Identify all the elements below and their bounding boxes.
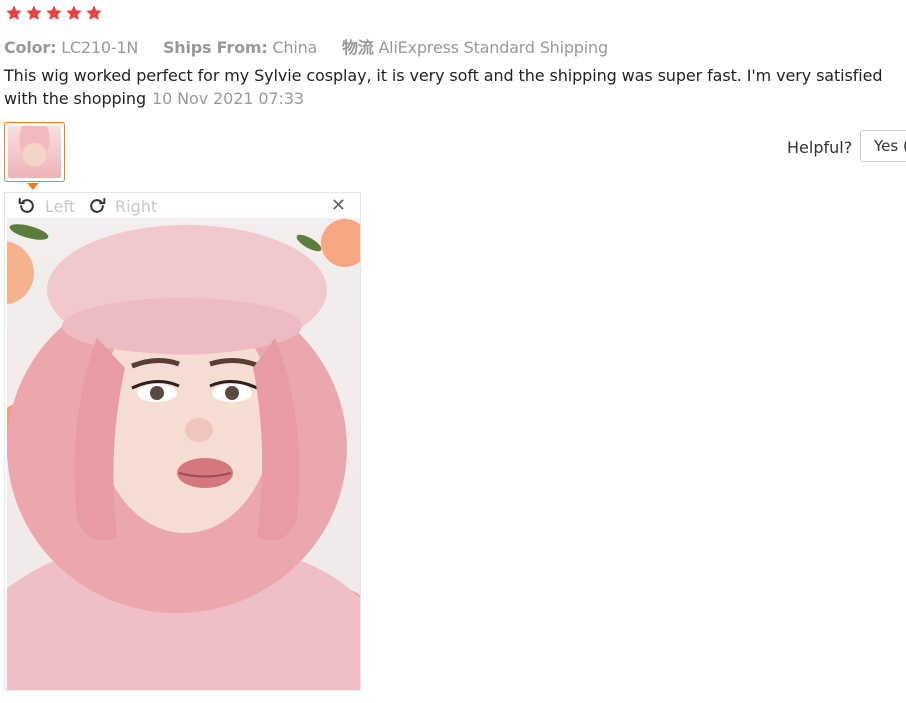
rating-stars (5, 4, 103, 22)
review-meta: Color: LC210-1N Ships From: China 物流 Ali… (4, 34, 608, 58)
portrait-illustration (7, 219, 360, 690)
star-icon (66, 5, 82, 20)
helpful-yes-label: Yes ( (874, 137, 906, 155)
logistics-label: 物流 (341, 38, 374, 57)
color-value: LC210-1N (61, 38, 139, 57)
review-photo-thumbnail[interactable] (4, 122, 65, 182)
logistics-value: AliExpress Standard Shipping (378, 38, 608, 57)
thumbnail-image (8, 126, 61, 178)
ships-from-label: Ships From: (162, 38, 268, 57)
review-text: This wig worked perfect for my Sylvie co… (4, 66, 883, 108)
color-label: Color: (4, 38, 57, 57)
review-photo-large (7, 218, 360, 690)
rotate-left-icon (18, 197, 34, 213)
ships-from-value: China (272, 38, 318, 57)
review-date: 10 Nov 2021 07:33 (152, 89, 304, 108)
helpful-yes-button[interactable]: Yes ( (860, 130, 906, 162)
close-viewer-button[interactable]: ✕ (331, 195, 346, 216)
star-icon (26, 5, 42, 20)
review-body: This wig worked perfect for my Sylvie co… (4, 64, 904, 110)
thumbnail-selected-indicator (27, 183, 39, 190)
star-icon (6, 5, 22, 20)
rotate-right-label: Right (115, 196, 158, 216)
rotate-right-button[interactable]: Right (87, 196, 157, 216)
helpful-label: Helpful? (787, 138, 853, 157)
rotate-right-icon (90, 197, 106, 213)
star-icon (86, 5, 102, 20)
viewer-toolbar: Left Right ✕ (5, 193, 360, 218)
star-icon (46, 5, 62, 20)
photo-viewer: Left Right ✕ (4, 192, 361, 691)
rotate-left-button[interactable]: Left (17, 196, 75, 216)
rotate-left-label: Left (45, 196, 76, 216)
